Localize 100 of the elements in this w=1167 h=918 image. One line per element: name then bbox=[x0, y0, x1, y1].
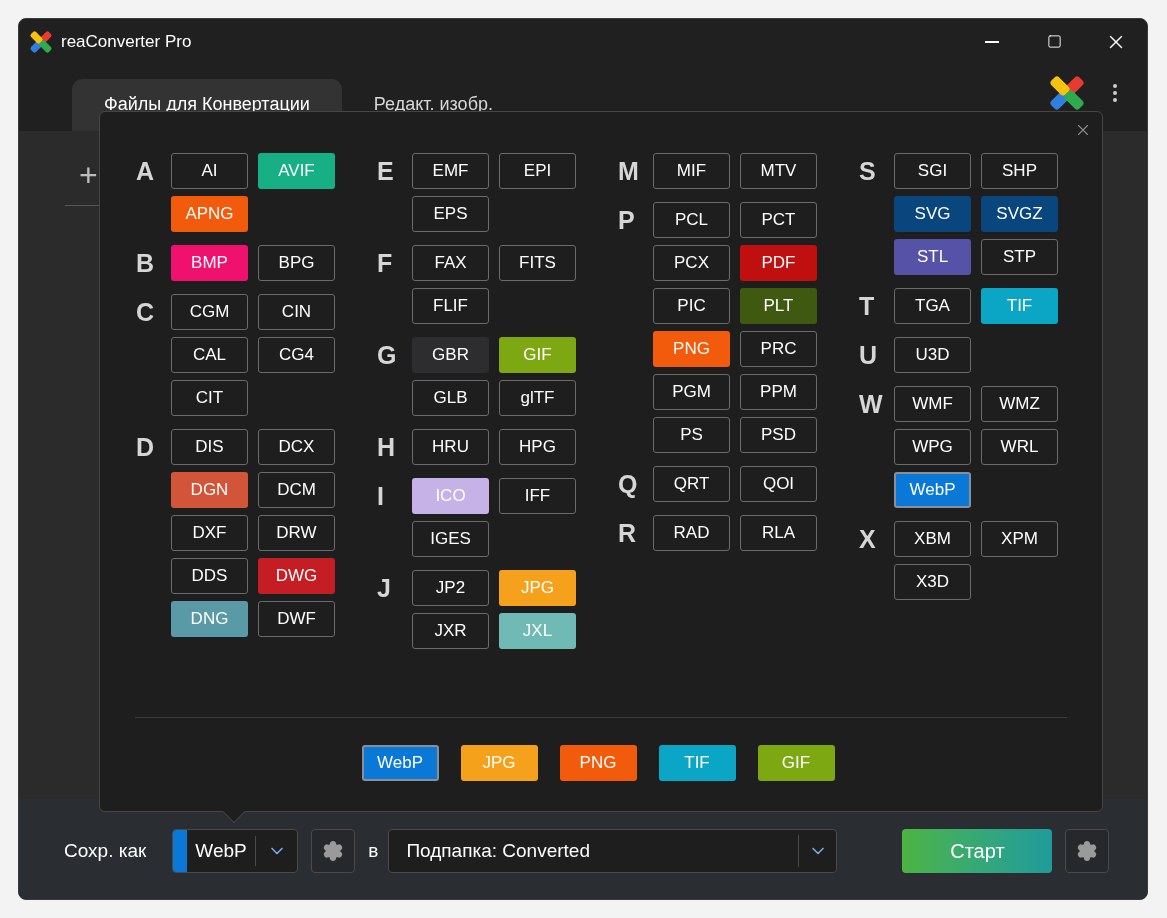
format-button[interactable]: WebP bbox=[361, 745, 439, 781]
format-button[interactable]: SVG bbox=[894, 196, 971, 232]
folder-value: Подпапка: Converted bbox=[405, 838, 591, 863]
letter-heading: X bbox=[859, 524, 877, 555]
minimize-icon bbox=[985, 40, 999, 43]
letter-heading: Q bbox=[618, 469, 639, 500]
format-button[interactable]: GLB bbox=[412, 380, 489, 416]
format-button[interactable]: U3D bbox=[894, 337, 971, 373]
letter-heading: W bbox=[859, 389, 884, 420]
format-button[interactable]: WPG bbox=[894, 429, 971, 465]
format-button[interactable]: FITS bbox=[499, 245, 576, 281]
folder-dropdown[interactable]: Подпапка: Converted bbox=[388, 829, 838, 873]
format-button[interactable]: FLIF bbox=[412, 288, 489, 324]
format-button[interactable]: PDF bbox=[740, 245, 817, 281]
format-button[interactable]: PRC bbox=[740, 331, 817, 367]
letter-heading: H bbox=[377, 432, 397, 463]
tab[interactable]: Редакт. изобр. bbox=[341, 79, 525, 131]
format-button[interactable]: STP bbox=[981, 239, 1058, 275]
format-button[interactable]: HPG bbox=[499, 429, 576, 465]
format-button[interactable]: GBR bbox=[412, 337, 489, 373]
format-button[interactable]: glTF bbox=[499, 380, 576, 416]
format-button[interactable]: PGM bbox=[653, 374, 730, 410]
format-button[interactable]: EPS bbox=[412, 196, 489, 232]
format-dropdown[interactable]: WebP bbox=[172, 829, 299, 873]
format-button[interactable]: FAX bbox=[412, 245, 489, 281]
format-button[interactable]: EPI bbox=[499, 153, 576, 189]
format-button[interactable]: PCX bbox=[653, 245, 730, 281]
settings-button[interactable] bbox=[311, 829, 356, 873]
format-button[interactable]: X3D bbox=[894, 564, 971, 600]
format-button[interactable]: PCT bbox=[740, 202, 817, 238]
format-button[interactable]: DDS bbox=[171, 558, 248, 594]
format-button[interactable]: HRU bbox=[412, 429, 489, 465]
format-button[interactable]: XBM bbox=[894, 521, 971, 557]
settings-icon bbox=[1076, 840, 1099, 862]
format-button[interactable]: PLT bbox=[740, 288, 817, 324]
letter-heading: S bbox=[859, 156, 877, 187]
format-button[interactable]: CGM bbox=[171, 294, 248, 330]
format-button[interactable]: AI bbox=[171, 153, 248, 189]
format-button[interactable]: PSD bbox=[740, 417, 817, 453]
letter-heading: R bbox=[618, 518, 638, 549]
format-button[interactable]: SVGZ bbox=[981, 196, 1058, 232]
format-button[interactable]: JXR bbox=[412, 613, 489, 649]
format-button[interactable]: CIN bbox=[258, 294, 335, 330]
save-as-label: Сохр. как bbox=[64, 838, 147, 863]
format-button[interactable]: IGES bbox=[412, 521, 489, 557]
format-button[interactable]: SGI bbox=[894, 153, 971, 189]
format-button[interactable]: RAD bbox=[653, 515, 730, 551]
format-button[interactable]: PIC bbox=[653, 288, 730, 324]
format-button[interactable]: BMP bbox=[171, 245, 248, 281]
format-button[interactable]: WRL bbox=[981, 429, 1058, 465]
letter-heading: T bbox=[859, 291, 876, 322]
format-button[interactable]: WMF bbox=[894, 386, 971, 422]
format-button[interactable]: PCL bbox=[653, 202, 730, 238]
format-button[interactable]: TGA bbox=[894, 288, 971, 324]
format-button[interactable]: DIS bbox=[171, 429, 248, 465]
format-button[interactable]: DGN bbox=[171, 472, 248, 508]
format-button[interactable]: XPM bbox=[981, 521, 1058, 557]
settings-icon bbox=[322, 840, 345, 862]
letter-heading: D bbox=[136, 432, 156, 463]
format-button[interactable]: SHP bbox=[981, 153, 1058, 189]
letter-heading: P bbox=[618, 205, 636, 236]
letter-heading: J bbox=[377, 573, 392, 604]
format-button[interactable]: DXF bbox=[171, 515, 248, 551]
maximize-icon bbox=[1046, 34, 1062, 49]
format-button[interactable]: DCX bbox=[258, 429, 335, 465]
format-button[interactable]: DWF bbox=[258, 601, 335, 637]
format-button[interactable]: WMZ bbox=[981, 386, 1058, 422]
format-button[interactable]: STL bbox=[894, 239, 971, 275]
format-button[interactable]: MIF bbox=[653, 153, 730, 189]
format-button[interactable]: DCM bbox=[258, 472, 335, 508]
window-title: reaConverter Pro bbox=[61, 30, 192, 53]
settings-button[interactable] bbox=[1065, 829, 1110, 873]
format-button[interactable]: PS bbox=[653, 417, 730, 453]
letter-heading: B bbox=[136, 248, 156, 279]
format-button[interactable]: WebP bbox=[894, 472, 971, 508]
format-button[interactable]: RLA bbox=[740, 515, 817, 551]
format-button[interactable]: QOI bbox=[740, 466, 817, 502]
format-button[interactable]: CG4 bbox=[258, 337, 335, 373]
in-label: в bbox=[368, 838, 379, 863]
format-button[interactable]: PPM bbox=[740, 374, 817, 410]
format-button[interactable]: DRW bbox=[258, 515, 335, 551]
format-button[interactable]: MTV bbox=[740, 153, 817, 189]
format-button[interactable]: DWG bbox=[258, 558, 335, 594]
format-button[interactable]: EMF bbox=[412, 153, 489, 189]
letter-heading: E bbox=[377, 156, 395, 187]
format-button[interactable]: CIT bbox=[171, 380, 248, 416]
letter-heading: F bbox=[377, 248, 394, 279]
letter-heading: M bbox=[618, 156, 640, 187]
format-button[interactable]: QRT bbox=[653, 466, 730, 502]
letter-heading: G bbox=[377, 340, 398, 371]
format-button[interactable]: BPG bbox=[258, 245, 335, 281]
format-button[interactable]: JP2 bbox=[412, 570, 489, 606]
format-button[interactable]: CAL bbox=[171, 337, 248, 373]
letter-heading: C bbox=[136, 297, 156, 328]
format-value: WebP bbox=[187, 836, 256, 866]
add-button[interactable]: + bbox=[65, 155, 112, 195]
letter-heading: U bbox=[859, 340, 879, 371]
format-button[interactable]: IFF bbox=[499, 478, 576, 514]
letter-heading: I bbox=[377, 481, 385, 512]
letter-heading: A bbox=[136, 156, 156, 187]
